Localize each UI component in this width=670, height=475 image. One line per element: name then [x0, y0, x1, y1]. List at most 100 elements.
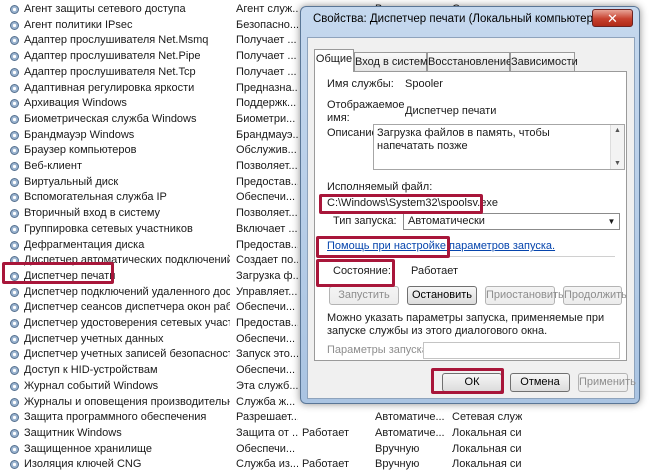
service-name: Защищенное хранилище — [24, 442, 153, 455]
service-name: Журнал событий Windows — [24, 379, 159, 392]
service-description: Позволяет... — [236, 160, 298, 172]
service-row[interactable]: Защищенное хранилище Обеспечи... Вручную Ло… — [0, 441, 670, 457]
gear-icon — [9, 349, 20, 360]
service-description: Управляет... — [236, 285, 298, 298]
service-name: Диспетчер подключений удаленного досту..… — [24, 285, 230, 298]
service-name: Веб-клиент — [24, 160, 83, 172]
service-name: Брандмауэр Windows — [24, 128, 135, 141]
service-name-label: Имя службы: — [327, 78, 394, 90]
service-name: Группировка сетевых участников — [24, 222, 193, 235]
status-label: Состояние: — [333, 265, 391, 277]
service-logon: Локальная сис... — [452, 458, 522, 471]
service-name: Вторичный вход в систему — [24, 207, 161, 220]
service-name: Диспетчер печати — [24, 269, 116, 282]
service-name: Защита программного обеспечения — [24, 411, 207, 424]
startup-help-link[interactable]: Помощь при настройке параметров запуска. — [327, 240, 555, 252]
service-description: Предназна... — [236, 81, 298, 94]
startup-type-value: Автоматически — [408, 215, 485, 227]
properties-dialog: Свойства: Диспетчер печати (Локальный ко… — [300, 6, 640, 404]
gear-icon — [9, 381, 20, 392]
service-name: Журналы и оповещения производительно... — [24, 395, 230, 408]
display-name-label: Отображаемое имя: — [327, 99, 405, 124]
tab-recovery[interactable]: Восстановление — [427, 52, 512, 71]
service-row[interactable]: Изоляция ключей CNG Служба из... Работает В… — [0, 456, 670, 472]
resume-button[interactable]: Продолжить — [563, 286, 627, 305]
startup-type-select[interactable]: Автоматически ▼ — [403, 213, 620, 230]
service-row[interactable]: Защитник Windows Защита от ... Работает Авт… — [0, 425, 670, 441]
pause-button[interactable]: Приостановить — [485, 286, 564, 305]
service-status: Работает — [302, 458, 350, 471]
gear-icon — [9, 444, 20, 455]
service-description: Позволяет... — [236, 207, 298, 220]
start-button[interactable]: Запустить — [329, 286, 399, 305]
gear-icon — [9, 255, 20, 266]
executable-path: C:\Windows\System32\spoolsv.exe — [327, 197, 498, 209]
gear-icon — [9, 397, 20, 408]
service-name: Вспомогательная служба IP — [24, 191, 167, 204]
description-text: Загрузка файлов в память, чтобы напечата… — [377, 127, 550, 152]
close-icon[interactable]: ✕ — [592, 9, 633, 27]
service-description: Получает ... — [236, 34, 297, 47]
service-description: Запуск это... — [236, 348, 298, 361]
service-description: Загрузка ф... — [236, 269, 298, 282]
service-description: Обслужив... — [236, 144, 297, 157]
service-description: Разрешает... — [236, 411, 298, 424]
service-description: Предостав... — [236, 238, 298, 251]
description-box[interactable]: Загрузка файлов в память, чтобы напечата… — [373, 124, 625, 170]
gear-icon — [9, 271, 20, 282]
scroll-up-icon[interactable]: ▲ — [614, 127, 621, 134]
service-startup: Вручную — [375, 458, 420, 471]
service-startup: Автоматиче... — [375, 411, 445, 424]
service-description: Брандмауэ... — [236, 128, 298, 141]
service-description: Предостав... — [236, 317, 298, 329]
service-status: Работает — [302, 426, 350, 439]
ok-button[interactable]: ОК — [442, 373, 502, 392]
cancel-button[interactable]: Отмена — [510, 373, 570, 392]
service-name: Диспетчер учетных данных — [24, 332, 164, 345]
service-name: Биометрическая служба Windows — [24, 112, 197, 125]
gear-icon — [9, 365, 20, 376]
service-description: Предостав... — [236, 175, 298, 188]
general-tab-panel: Имя службы: Spooler Отображаемое имя: Ди… — [314, 71, 627, 361]
start-params-input[interactable] — [423, 342, 620, 359]
service-name: Браузер компьютеров — [24, 144, 137, 157]
dialog-body: Общие Вход в систему Восстановление Зави… — [307, 37, 636, 399]
service-name: Агент защиты сетевого доступа — [24, 3, 186, 15]
service-name: Доступ к HID-устройствам — [24, 364, 158, 377]
separator — [327, 256, 615, 257]
tab-dependencies[interactable]: Зависимости — [510, 52, 578, 71]
scroll-down-icon[interactable]: ▼ — [614, 160, 621, 167]
service-description: Служба ж... — [236, 395, 296, 408]
service-description: Агент служ... — [236, 3, 298, 15]
service-name: Агент политики IPsec — [24, 18, 133, 31]
service-description: Защита от ... — [236, 426, 298, 439]
service-name: Адаптер прослушивателя Net.Msmq — [24, 34, 209, 47]
gear-icon — [9, 98, 20, 109]
service-description: Обеспечи... — [236, 191, 296, 204]
service-description: Создает по... — [236, 254, 298, 267]
service-name: Адаптер прослушивателя Net.Tcp — [24, 65, 196, 78]
service-row[interactable]: Защита программного обеспечения Разрешает… — [0, 409, 670, 425]
tab-logon[interactable]: Вход в систему — [354, 52, 433, 71]
gear-icon — [9, 428, 20, 439]
gear-icon — [9, 67, 20, 78]
gear-icon — [9, 35, 20, 46]
gear-icon — [9, 114, 20, 125]
service-name: Диспетчер сеансов диспетчера окон рабоч.… — [24, 301, 230, 314]
chevron-down-icon[interactable]: ▼ — [604, 214, 619, 229]
apply-button[interactable]: Применить — [578, 373, 636, 392]
service-logon: Локальная сис... — [452, 426, 522, 439]
gear-icon — [9, 412, 20, 423]
service-description: Безопасно... — [236, 18, 298, 31]
stop-button[interactable]: Остановить — [407, 286, 477, 305]
service-description: Обеспечи... — [236, 364, 296, 377]
service-description: Включает ... — [236, 222, 298, 235]
service-description: Получает ... — [236, 65, 297, 78]
tab-general[interactable]: Общие — [314, 49, 354, 72]
gear-icon — [9, 177, 20, 188]
service-name: Адаптер прослушивателя Net.Pipe — [24, 50, 201, 63]
description-scrollbar[interactable]: ▲ ▼ — [610, 125, 624, 169]
gear-icon — [9, 161, 20, 172]
service-name: Архивация Windows — [24, 97, 127, 110]
gear-icon — [9, 83, 20, 94]
